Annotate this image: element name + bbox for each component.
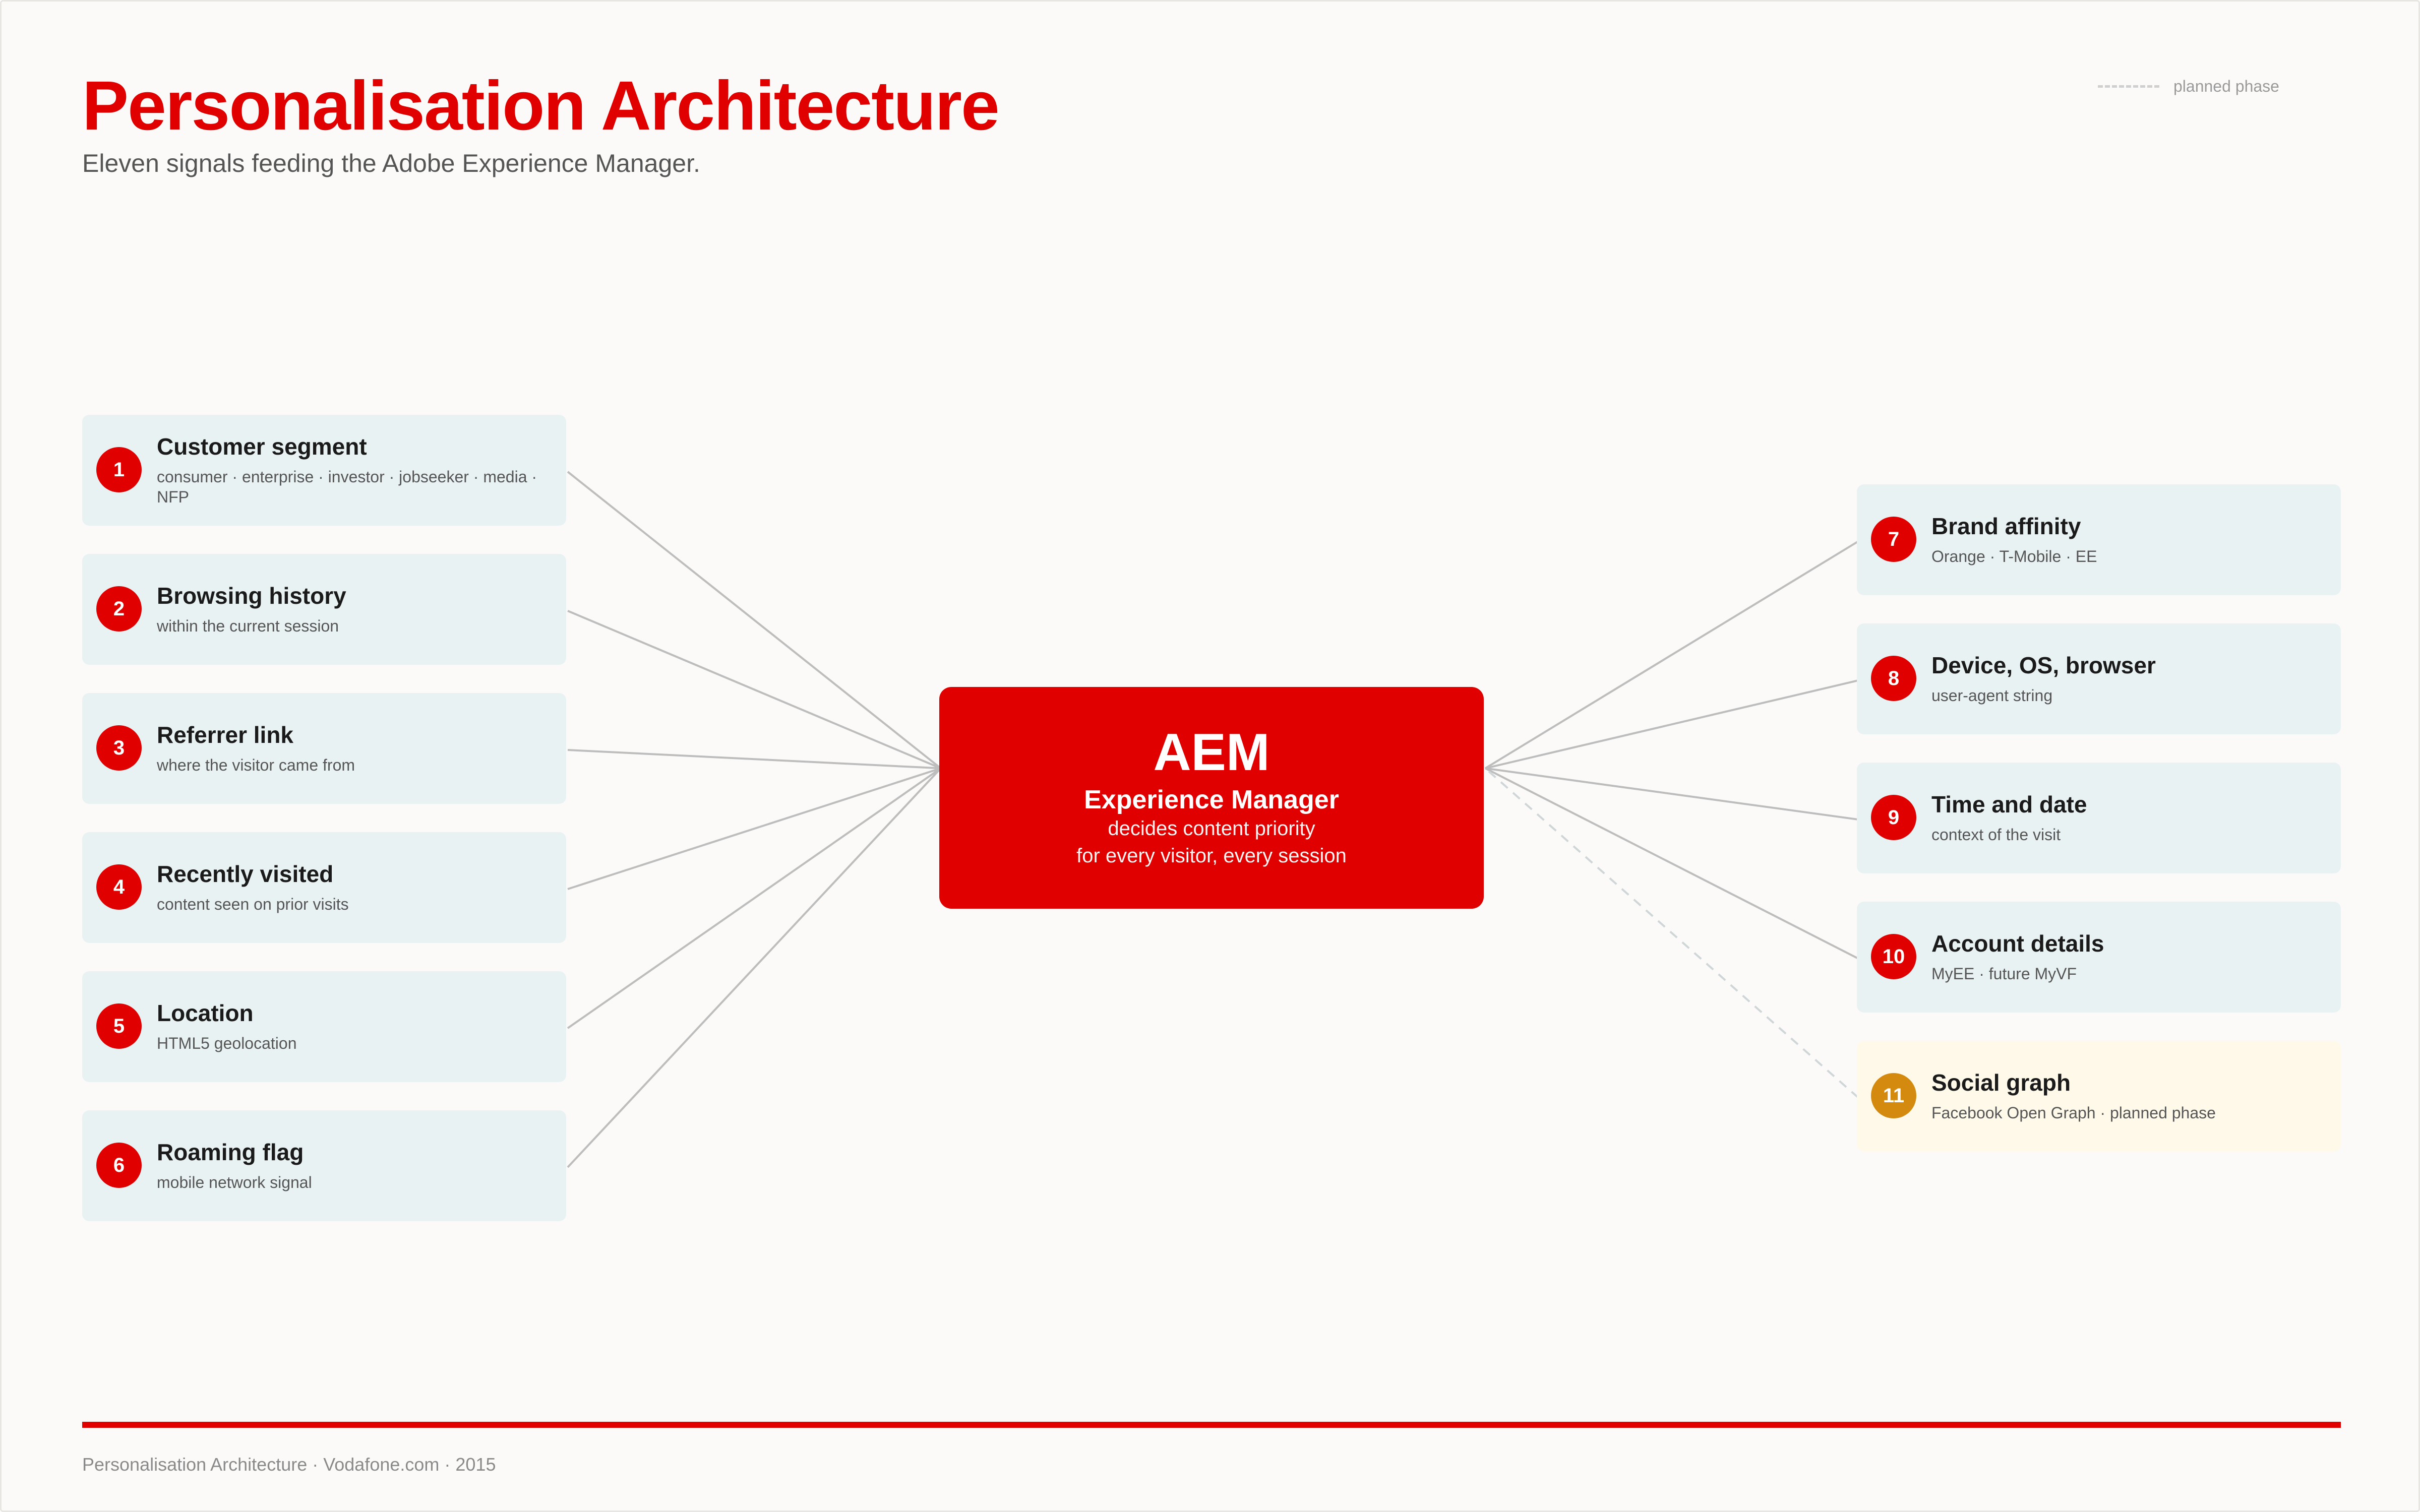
- signal-number-badge: 10: [1871, 934, 1916, 979]
- hub-title: AEM: [1153, 723, 1270, 782]
- connector-line-5: [567, 767, 942, 1029]
- signal-description: content seen on prior visits: [157, 895, 349, 914]
- signal-node-2: 2 Browsing history within the current se…: [82, 554, 566, 665]
- signal-number-badge: 2: [96, 586, 142, 632]
- signal-node-6: 6 Roaming flag mobile network signal: [82, 1110, 566, 1221]
- connector-line-11: [1484, 767, 1859, 1099]
- signal-number-badge: 7: [1871, 517, 1916, 562]
- signal-description: where the visitor came from: [157, 756, 355, 775]
- connector-line-1: [567, 471, 942, 769]
- signal-number-badge: 8: [1871, 656, 1916, 701]
- signal-title: Device, OS, browser: [1931, 652, 2156, 678]
- connector-line-8: [1485, 679, 1859, 770]
- diagram-canvas: Personalisation Architecture Eleven sign…: [0, 0, 2420, 1512]
- signal-title: Brand affinity: [1931, 513, 2081, 539]
- connector-line-3: [567, 749, 941, 770]
- signal-node-3: 3 Referrer link where the visitor came f…: [82, 693, 566, 804]
- connector-line-10: [1485, 767, 1859, 960]
- signal-description: within the current session: [157, 617, 339, 636]
- signal-number-badge: 6: [96, 1143, 142, 1188]
- footer-text: Personalisation Architecture · Vodafone.…: [82, 1454, 496, 1475]
- aem-hub: AEM Experience Manager decides content p…: [939, 687, 1484, 909]
- signal-title: Customer segment: [157, 433, 367, 460]
- signal-description: mobile network signal: [157, 1173, 312, 1192]
- connector-line-2: [567, 610, 941, 770]
- signal-description: Orange · T-Mobile · EE: [1931, 547, 2097, 566]
- signal-number-badge: 1: [96, 447, 142, 492]
- signal-node-1: 1 Customer segment consumer · enterprise…: [82, 415, 566, 526]
- signal-description: user-agent string: [1931, 686, 2053, 705]
- signal-title: Location: [157, 999, 254, 1026]
- signal-description: Facebook Open Graph · planned phase: [1931, 1104, 2216, 1122]
- hub-description-line-1: decides content priority: [1108, 817, 1315, 840]
- signal-node-10: 10 Account details MyEE · future MyVF: [1857, 902, 2341, 1013]
- signal-description: consumer · enterprise · investor · jobse…: [157, 468, 537, 507]
- hub-description-line-2: for every visitor, every session: [1076, 845, 1347, 867]
- signal-number-badge: 11: [1871, 1073, 1916, 1118]
- signal-number-badge: 4: [96, 864, 142, 910]
- connector-line-9: [1485, 767, 1859, 821]
- signal-title: Referrer link: [157, 721, 294, 748]
- signal-title: Browsing history: [157, 582, 346, 609]
- signal-title: Roaming flag: [157, 1139, 304, 1165]
- signal-title: Account details: [1931, 930, 2104, 957]
- signal-title: Time and date: [1931, 791, 2087, 817]
- signal-number-badge: 9: [1871, 795, 1916, 840]
- signal-node-9: 9 Time and date context of the visit: [1857, 763, 2341, 873]
- signal-node-7: 7 Brand affinity Orange · T-Mobile · EE: [1857, 484, 2341, 595]
- signal-description: HTML5 geolocation: [157, 1034, 297, 1053]
- signal-description: context of the visit: [1931, 826, 2061, 844]
- signal-node-11-planned: 11 Social graph Facebook Open Graph · pl…: [1857, 1041, 2341, 1152]
- footer-rule: [82, 1422, 2341, 1428]
- signal-node-5: 5 Location HTML5 geolocation: [82, 971, 566, 1082]
- signal-number-badge: 5: [96, 1003, 142, 1049]
- signal-node-8: 8 Device, OS, browser user-agent string: [1857, 623, 2341, 734]
- connector-line-7: [1484, 540, 1859, 770]
- signal-node-4: 4 Recently visited content seen on prior…: [82, 832, 566, 943]
- signal-number-badge: 3: [96, 725, 142, 771]
- signal-title: Recently visited: [157, 860, 334, 887]
- hub-subtitle: Experience Manager: [1084, 785, 1339, 814]
- signal-title: Social graph: [1931, 1069, 2071, 1096]
- signal-description: MyEE · future MyVF: [1931, 965, 2077, 983]
